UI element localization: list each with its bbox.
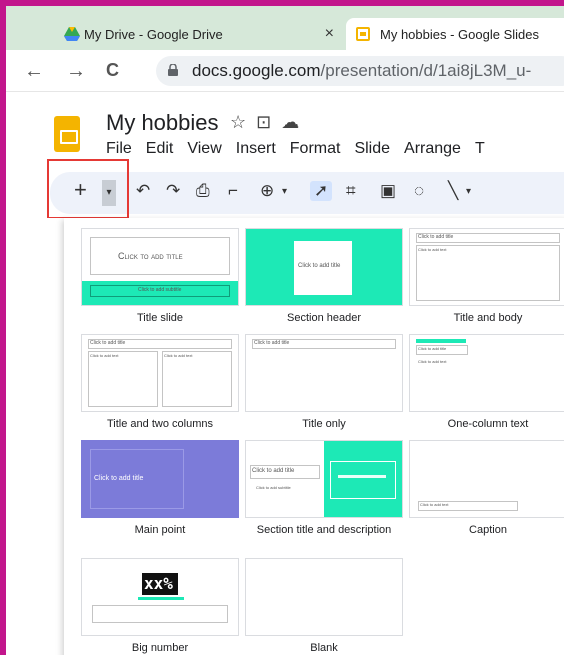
highlight-annotation-box xyxy=(47,159,129,219)
layout-section-title-and-description[interactable]: Click to add title Click to add subtitle… xyxy=(244,440,404,537)
star-icon[interactable]: ☆ xyxy=(230,112,256,132)
google-slides-icon xyxy=(356,27,370,41)
menu-arrange[interactable]: Arrange xyxy=(404,140,461,158)
url-field[interactable]: docs.google.com/presentation/d/1ai8jL3M_… xyxy=(156,56,564,86)
layout-big-number[interactable]: xx% Big number xyxy=(80,558,240,655)
tab-my-drive[interactable]: My Drive - Google Drive × xyxy=(54,18,344,50)
tab-label: My Drive - Google Drive xyxy=(84,26,223,42)
undo-icon[interactable]: ↶ xyxy=(136,181,150,201)
layout-title-only[interactable]: Click to add title Title only xyxy=(244,334,404,431)
layout-title-and-two-columns[interactable]: Click to add title Click to add text Cli… xyxy=(80,334,240,431)
menu-tools[interactable]: T xyxy=(475,140,485,158)
close-tab-icon[interactable]: × xyxy=(325,25,334,43)
filmstrip-panel xyxy=(12,218,64,655)
menu-file[interactable]: File xyxy=(106,140,132,158)
back-icon[interactable]: ← xyxy=(24,60,44,83)
layout-title-and-body[interactable]: Click to add title Click to add text Tit… xyxy=(408,228,564,325)
layout-caption[interactable]: Click to add text Caption xyxy=(408,440,564,537)
menu-bar: File Edit View Insert Format Slide Arran… xyxy=(106,140,485,158)
menu-format[interactable]: Format xyxy=(290,140,341,158)
layout-label: Title and body xyxy=(453,312,523,324)
layout-thumbnail: Click to add title xyxy=(245,228,403,306)
layout-thumbnail: Click to add title Click to add text xyxy=(409,228,564,306)
layout-thumbnail: Click to add title xyxy=(245,334,403,412)
layout-one-column-text[interactable]: Click to add title Click to add text One… xyxy=(408,334,564,431)
tab-strip: My Drive - Google Drive × My hobbies - G… xyxy=(6,6,564,50)
layout-thumbnail: Click to add text xyxy=(409,440,564,518)
layout-label: Caption xyxy=(469,524,507,536)
layout-label: Big number xyxy=(131,642,189,654)
zoom-icon[interactable]: ⊕ xyxy=(260,181,274,201)
tab-label: My hobbies - Google Slides xyxy=(380,26,539,42)
layout-title-slide[interactable]: Click to add title Click to add subtitle… xyxy=(80,228,240,325)
layout-label: Title slide xyxy=(136,312,184,324)
layout-blank[interactable]: Blank xyxy=(244,558,404,655)
address-bar-row: ← → C docs.google.com/presentation/d/1ai… xyxy=(6,50,564,92)
layout-thumbnail: Click to add title xyxy=(81,440,239,518)
print-icon[interactable]: ⎙ xyxy=(196,181,210,201)
layout-thumbnail: xx% xyxy=(81,558,239,636)
reload-icon[interactable]: C xyxy=(106,60,119,81)
line-caret-icon[interactable]: ▾ xyxy=(466,186,471,197)
url-path: /presentation/d/1ai8jL3M_u- xyxy=(320,61,532,80)
line-icon[interactable]: ╲ xyxy=(448,181,458,201)
select-cursor-icon[interactable]: ➚ xyxy=(310,181,333,201)
layout-section-header[interactable]: Click to add title Section header xyxy=(244,228,404,325)
tab-my-hobbies[interactable]: My hobbies - Google Slides xyxy=(346,18,564,50)
layout-label: Blank xyxy=(310,642,338,654)
zoom-caret-icon[interactable]: ▾ xyxy=(282,186,287,197)
google-drive-icon xyxy=(64,27,80,41)
layout-label: Title and two columns xyxy=(107,418,213,430)
paint-format-icon[interactable]: ⌐ xyxy=(228,181,238,201)
cloud-status-icon[interactable]: ☁ xyxy=(281,112,309,132)
layout-label: Main point xyxy=(134,524,186,536)
layout-thumbnail: Click to add title Click to add text xyxy=(409,334,564,412)
layout-thumbnail: Click to add title Click to add subtitle xyxy=(81,228,239,306)
google-slides-logo[interactable] xyxy=(54,116,80,152)
menu-insert[interactable]: Insert xyxy=(236,140,276,158)
menu-view[interactable]: View xyxy=(187,140,221,158)
lock-icon xyxy=(168,64,178,76)
menu-edit[interactable]: Edit xyxy=(146,140,174,158)
layout-thumbnail: Click to add title Click to add text Cli… xyxy=(81,334,239,412)
layout-thumbnail: Click to add title Click to add subtitle xyxy=(245,440,403,518)
title-actions: ☆⊡☁ xyxy=(230,112,309,133)
move-to-folder-icon[interactable]: ⊡ xyxy=(256,112,281,132)
layout-picker-menu: Click to add title Click to add subtitle… xyxy=(64,218,564,655)
layout-label: Title only xyxy=(302,418,346,430)
menu-slide[interactable]: Slide xyxy=(354,140,390,158)
document-title[interactable]: My hobbies xyxy=(106,110,219,136)
url-host: docs.google.com xyxy=(192,61,321,80)
browser-window: My Drive - Google Drive × My hobbies - G… xyxy=(0,0,564,655)
layout-main-point[interactable]: Click to add title Main point xyxy=(80,440,240,537)
layout-thumbnail xyxy=(245,558,403,636)
redo-icon[interactable]: ↷ xyxy=(166,181,180,201)
text-box-icon[interactable]: ⌗ xyxy=(346,181,356,201)
shape-icon[interactable]: ◌ xyxy=(414,181,424,201)
image-icon[interactable]: ▣ xyxy=(380,181,396,201)
forward-icon[interactable]: → xyxy=(66,60,86,83)
layout-label: Section header xyxy=(287,312,361,324)
layout-label: One-column text xyxy=(447,418,529,430)
layout-label: Section title and description xyxy=(256,524,392,536)
